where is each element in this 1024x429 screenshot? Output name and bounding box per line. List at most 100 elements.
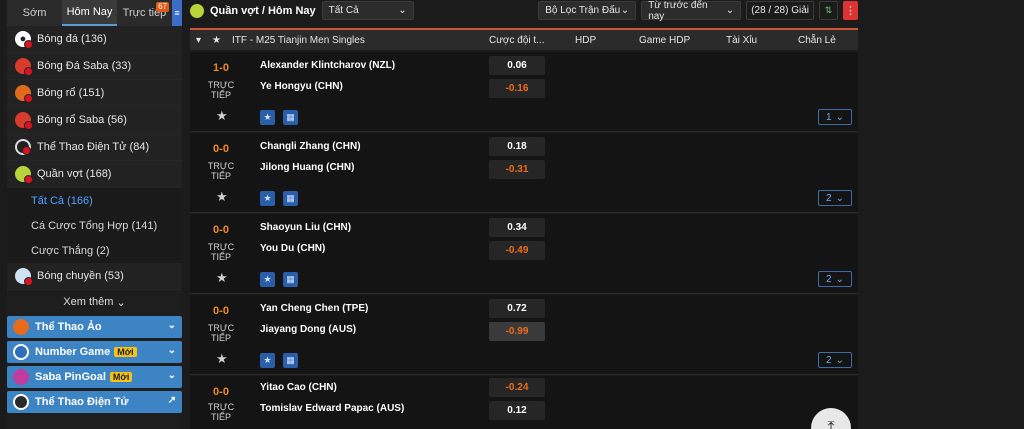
sidebar-item-label: Bóng Đá Saba (33)	[37, 60, 132, 72]
topbar: Quần vợt / Hôm Nay Tất Cả ⌄ Bộ Lọc Trận …	[190, 0, 858, 22]
sidebar-item-basketball[interactable]: Bóng rổ (151)	[7, 80, 182, 107]
match-filter-select[interactable]: Bộ Lọc Trận Đấu ⌄	[538, 1, 637, 20]
star-filter-icon[interactable]: ★	[260, 272, 275, 287]
sidebar-item-volleyball[interactable]: Bóng chuyền (53)	[7, 263, 182, 290]
odd-away[interactable]: -0.31	[489, 160, 545, 179]
promo-number-game[interactable]: Number Game Mới ⌄	[7, 341, 182, 363]
odd-away[interactable]: -0.99	[489, 322, 545, 341]
odd-home[interactable]: 0.72	[489, 299, 545, 318]
live-status: TRỰC TIẾP	[207, 402, 235, 422]
tab-live[interactable]: Trực tiếp 67	[117, 0, 172, 26]
tab-early-label: Sớm	[22, 7, 47, 19]
league-count: (28 / 28) Giải	[746, 1, 814, 20]
stats-icon[interactable]: ▦	[283, 191, 298, 206]
match-row: 0-0 TRỰC TIẾP ★ Yan Cheng Chen (TPE) Jiay…	[190, 295, 858, 375]
sidebar-item-esports[interactable]: Thể Thao Điện Tử (84)	[7, 134, 182, 161]
time-filter-select[interactable]: Từ trước đến nay ⌄	[641, 0, 742, 22]
chevron-down-icon: ⌄	[398, 5, 407, 16]
promo-virtual-sports[interactable]: Thể Thao Ảo ⌄	[7, 316, 182, 338]
stats-icon[interactable]: ▦	[283, 353, 298, 368]
market-select[interactable]: Tất Cả ⌄	[321, 1, 414, 20]
collapse-icon[interactable]: ▾	[196, 35, 201, 46]
promo-esports[interactable]: Thể Thao Điện Tử ↗	[7, 391, 182, 413]
sidebar-item-soccer[interactable]: ● Bóng đá (136)	[7, 26, 182, 53]
chevron-down-icon: ⌄	[725, 5, 735, 16]
sidebar: Sớm Hôm Nay Trực tiếp 67 ≡ ● Bóng đá (136…	[7, 0, 182, 429]
sidebar-item-label: Bóng chuyền (53)	[37, 270, 124, 282]
odd-home[interactable]: 0.18	[489, 137, 545, 156]
home-team: Yitao Cao (CHN)	[260, 382, 337, 393]
show-more-button[interactable]: Xem thêm ⌄	[7, 290, 182, 314]
more-markets-count: 1	[826, 111, 832, 123]
more-options-icon[interactable]: ⋮	[843, 1, 858, 20]
new-badge: Mới	[114, 347, 137, 357]
match-score: 0-0	[213, 305, 229, 317]
chevron-down-icon: ⌄	[835, 273, 844, 285]
sidebar-sub-parlay[interactable]: Cá Cược Tổng Hợp (141)	[7, 213, 182, 238]
menu-icon[interactable]: ≡	[172, 0, 182, 26]
league-header[interactable]: ▾ ★ ITF - M25 Tianjin Men Singles Cược đ…	[190, 28, 858, 50]
sidebar-item-soccer-saba[interactable]: Bóng Đá Saba (33)	[7, 53, 182, 80]
odd-away[interactable]: -0.16	[489, 79, 545, 98]
chevron-down-icon: ⌄	[835, 354, 844, 366]
virtual-sports-icon	[13, 319, 29, 335]
match-score: 0-0	[213, 143, 229, 155]
tab-early[interactable]: Sớm	[7, 0, 62, 26]
sportsbook-page: Sớm Hôm Nay Trực tiếp 67 ≡ ● Bóng đá (136…	[0, 0, 1024, 429]
chevron-down-icon: ⌄	[116, 296, 126, 309]
more-markets-button[interactable]: 2 ⌄	[818, 190, 852, 206]
promo-label: Saba PinGoal	[35, 371, 106, 383]
stats-icon[interactable]: ▦	[283, 272, 298, 287]
sort-icon[interactable]: ⇅	[819, 1, 838, 20]
home-team: Yan Cheng Chen (TPE)	[260, 303, 369, 314]
number-game-icon	[13, 344, 29, 360]
sidebar-item-label: Bóng rổ Saba (56)	[37, 114, 127, 126]
favorite-league-star-icon[interactable]: ★	[212, 35, 221, 46]
sidebar-sub-all[interactable]: Tất Cả (166)	[7, 188, 182, 213]
odd-away[interactable]: 0.12	[489, 401, 545, 420]
more-markets-button[interactable]: 2 ⌄	[818, 271, 852, 287]
match-row: 1-0 TRỰC TIẾP ★ Alexander Klintcharov (NZ…	[190, 52, 858, 132]
esports-headset-icon	[15, 139, 31, 155]
odd-home[interactable]: -0.24	[489, 378, 545, 397]
sidebar-item-label: Bóng rổ (151)	[37, 87, 105, 99]
odd-away[interactable]: -0.49	[489, 241, 545, 260]
market-select-value: Tất Cả	[328, 5, 359, 16]
match-row: 0-0 TRỰC TIẾP Yitao Cao (CHN) Tomislav Ed…	[190, 376, 858, 429]
more-markets-button[interactable]: 2 ⌄	[818, 352, 852, 368]
sub-label: Tất Cả (166)	[31, 194, 93, 207]
match-score: 0-0	[213, 224, 229, 236]
tab-today-label: Hôm Nay	[66, 6, 113, 18]
sidebar-item-tennis[interactable]: Quần vợt (168)	[7, 161, 182, 188]
away-team: Ye Hongyu (CHN)	[260, 81, 343, 92]
column-over-under: Tài Xỉu	[726, 34, 758, 46]
favorite-star-icon[interactable]: ★	[216, 270, 228, 286]
sidebar-item-label: Thể Thao Điện Tử (84)	[37, 141, 150, 153]
live-status: TRỰC TIẾP	[207, 323, 235, 343]
show-more-label: Xem thêm	[63, 296, 114, 308]
star-filter-icon[interactable]: ★	[260, 110, 275, 125]
more-markets-button[interactable]: 1 ⌄	[818, 109, 852, 125]
tab-today[interactable]: Hôm Nay	[62, 0, 117, 26]
more-markets-count: 2	[826, 192, 832, 204]
sidebar-item-basketball-saba[interactable]: Bóng rổ Saba (56)	[7, 107, 182, 134]
star-filter-icon[interactable]: ★	[260, 191, 275, 206]
basketball-icon	[15, 85, 33, 103]
odd-home[interactable]: 0.34	[489, 218, 545, 237]
favorite-star-icon[interactable]: ★	[216, 108, 228, 124]
odd-home[interactable]: 0.06	[489, 56, 545, 75]
promo-pingoal[interactable]: Saba PinGoal Mới ⌄	[7, 366, 182, 388]
tennis-ball-icon	[190, 3, 204, 18]
promo-label: Thể Thao Ảo	[35, 321, 102, 333]
star-filter-icon[interactable]: ★	[260, 353, 275, 368]
external-link-icon: ↗	[167, 395, 176, 406]
live-status: TRỰC TIẾP	[207, 161, 235, 181]
match-score: 0-0	[213, 386, 229, 398]
sub-label: Cược Thắng (2)	[31, 244, 110, 257]
favorite-star-icon[interactable]: ★	[216, 351, 228, 367]
favorite-star-icon[interactable]: ★	[216, 189, 228, 205]
sidebar-sub-outright[interactable]: Cược Thắng (2)	[7, 238, 182, 263]
chevron-down-icon: ⌄	[835, 111, 844, 123]
stats-icon[interactable]: ▦	[283, 110, 298, 125]
column-winner: Cược đội t...	[489, 34, 545, 46]
